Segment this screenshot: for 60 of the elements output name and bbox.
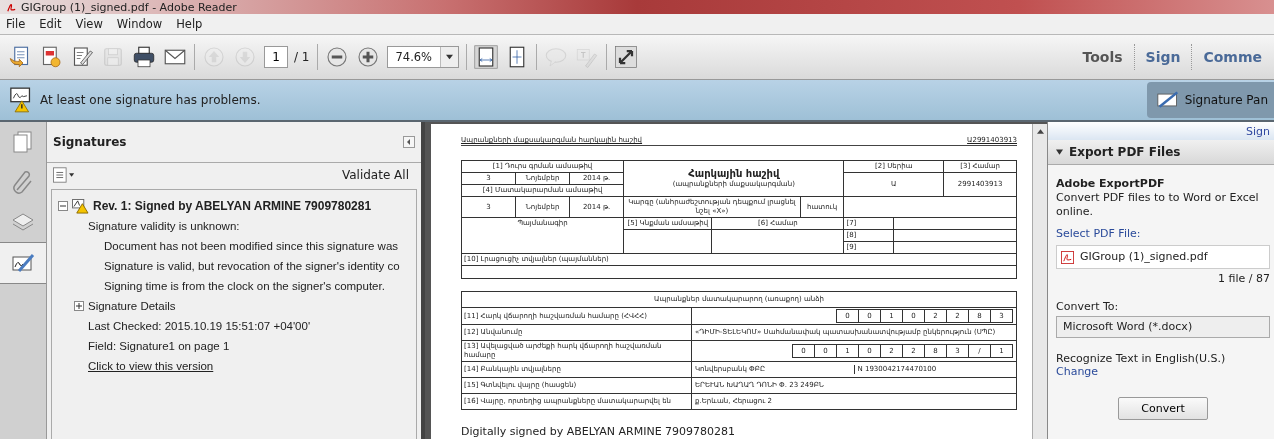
tree-item: Signature validity is unknown: xyxy=(88,220,240,232)
menu-item[interactable]: Help xyxy=(176,17,203,31)
service-title: Adobe ExportPDF xyxy=(1056,177,1166,191)
zoom-field[interactable]: 74.6% xyxy=(386,46,460,68)
invoice-title: Հարկային հաշիվ xyxy=(688,168,781,180)
section-header[interactable]: Export PDF Files xyxy=(1048,140,1274,165)
tree-item[interactable]: Signature Details xyxy=(88,300,176,312)
menu-item[interactable]: File xyxy=(6,17,26,31)
file-count: 1 file / 87 xyxy=(1217,272,1270,286)
format-dropdown[interactable]: Microsoft Word (*.docx) xyxy=(1056,316,1270,338)
panel-title: Signatures xyxy=(53,135,127,149)
page-number-field[interactable]: 1 xyxy=(264,46,288,68)
signature-pen-icon xyxy=(1156,91,1179,109)
fit-width-icon[interactable] xyxy=(474,45,499,69)
convert-button[interactable]: Convert xyxy=(1118,397,1208,420)
scrollbar[interactable] xyxy=(1032,124,1047,439)
toolbar-tab[interactable]: Tools xyxy=(1078,49,1127,65)
menu-item[interactable]: Window xyxy=(116,17,163,31)
sign-link[interactable]: Sign xyxy=(1246,124,1270,138)
zoom-in-icon[interactable] xyxy=(355,45,380,69)
tree-item: Signing time is from the clock on the signer's computer. xyxy=(104,280,385,292)
service-description: Convert PDF files to to Word or Excel online. xyxy=(1056,191,1260,219)
signature-warning-icon xyxy=(10,87,32,113)
signature-warning-icon xyxy=(72,198,89,214)
dropdown-caret-icon[interactable] xyxy=(440,47,459,67)
menu-item[interactable]: Edit xyxy=(39,17,62,31)
menu-item[interactable]: View xyxy=(75,17,103,31)
signature-pen-icon xyxy=(11,251,35,275)
pdf-file-icon xyxy=(1061,250,1074,264)
signature-panel-button[interactable]: Signature Pan xyxy=(1146,82,1274,118)
window-title: GIGroup (1)_signed.pdf - Adobe Reader xyxy=(21,0,237,14)
revision-label[interactable]: Rev. 1: Signed by ABELYAN ARMINE 7909780281 xyxy=(93,199,372,213)
zoom-out-icon[interactable] xyxy=(324,45,349,69)
collapse-panel-icon[interactable] xyxy=(403,136,415,148)
navigation-tab[interactable] xyxy=(0,242,46,284)
tree-item: Document has not been modified since this signature was xyxy=(104,240,399,252)
message-text: At least one signature has problems. xyxy=(40,93,261,107)
view-version-link[interactable]: Click to view this version xyxy=(88,360,214,372)
print-icon[interactable] xyxy=(132,45,156,69)
toolbar-tab[interactable]: Sign xyxy=(1141,49,1185,65)
digital-signature-text: Digitally signed by ABELYAN ARMINE 7909780281 xyxy=(461,425,737,439)
scroll-up-icon[interactable] xyxy=(1036,129,1044,134)
options-menu-icon[interactable] xyxy=(53,167,75,183)
page-total: / 1 xyxy=(294,50,310,64)
expand-icon[interactable] xyxy=(614,45,639,69)
expand-icon[interactable] xyxy=(74,301,84,311)
ocr-language-text: Recognize Text in English(U.S.) xyxy=(1056,352,1227,366)
collapse-icon[interactable] xyxy=(58,201,68,211)
convert-to-label: Convert To: xyxy=(1056,300,1120,314)
tree-item: Field: Signature1 on page 1 xyxy=(88,340,230,352)
pages-icon xyxy=(11,130,35,154)
tree-item: Signature is valid, but revocation of the signer's identity co xyxy=(104,260,400,272)
validate-all-link[interactable]: Validate All xyxy=(341,168,409,182)
file-list[interactable]: GIGroup (1)_signed.pdf xyxy=(1056,245,1270,269)
paperclip-icon xyxy=(11,170,35,194)
select-file-label: Select PDF File: xyxy=(1056,227,1142,241)
toolbar-tab[interactable]: Comme xyxy=(1199,49,1266,65)
change-link[interactable]: Change xyxy=(1056,366,1270,377)
pdf-icon xyxy=(6,1,17,13)
tree-item: Last Checked: 2015.10.19 15:51:07 +04'00' xyxy=(88,320,311,332)
